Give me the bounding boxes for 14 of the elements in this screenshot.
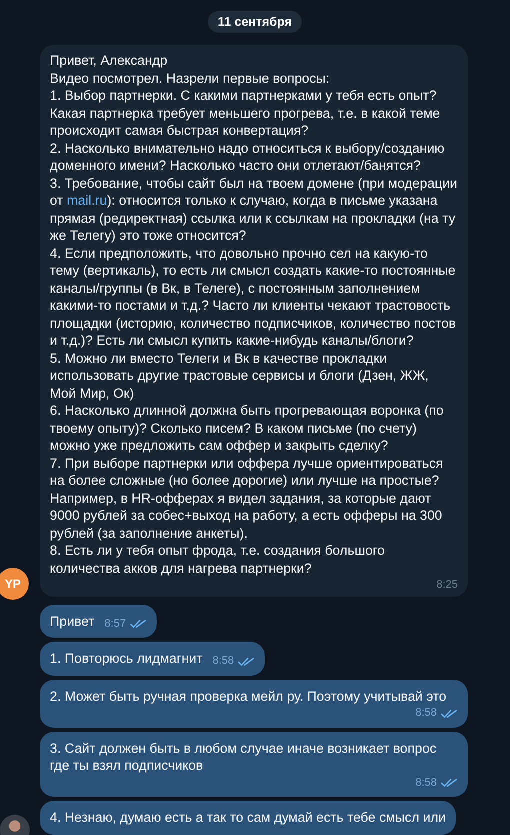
message-time: 8:58 [416,776,437,790]
message-text: 1. Повторюсь лидмагнит [50,650,203,668]
message-text: Привет [50,612,95,630]
message-text: 3. Сайт должен быть в любом случае иначе возникает вопрос где ты взял подписчиков [50,740,438,774]
message-text: Привет, Александр Видео посмотрел. Назрели первые вопросы: 1. Выбор партнерки. С какими партнерками у тебя есть опыт? Какая партнерка требует меньшего прогрева, т.е. в какой теме происходит самая быстрая конвертация? 2. Насколько внимательно надо относиться к выбору/созданию доменного имени? Насколько часто они отлетают/банятся? 3. Требование, чтобы сайт был на твоем домене (при модерации от mail.ru): относится только к случаю, когда в письме указана прямая (редиректная) ссылка или к ссылкам на прокладки (на ту же Телегу) это тоже относится? 4. Если предположить, что довольно прочно сел на какую-то тему (вертикаль), то есть ли смысл создать какие-то постоянные каналы/группы (в Вк, в Телеге), с постоянным заполнением какими-то постами и т.д.? Часто ли клиенты чекают трастовость площадки (историю, количество подписчиков, количество постов и т.д.)? Есть ли смысл купить какие-нибудь каналы/блоги? 5. Можно ли вместо Телеги и Вк в качестве прокладки использовать другие трастовые сервисы и блоги (Дзен, ЖЖ, Мой Мир, Ок) 6. Насколько длинной должна быть прогревающая воронка (по твоему опыту)? Сколько писем? В каком письме (по счету) можно уже предложить сам оффер и закрыть сделку? 7. При выборе партнерки или оффера лучше ориентироваться на более сложные (но более дорогие) или лучше на простые? Например, в HR-офферах я видел задания, за которые дают 9000 рублей за собес+выход на работу, а есть офферы на 300 рублей (за заполнение анкеты). 8. Есть ли у тебя опыт фрода, т.е. создания большого количества акков для нагрева партнерки? [50,52,458,577]
avatar-initials: YP [0,568,29,600]
message-time: 8:25 [436,578,458,593]
message-time: 8:57 [104,616,126,632]
link[interactable]: mail.ru [67,193,108,208]
date-badge: 11 сентября [208,11,302,33]
message-time: 8:58 [416,706,437,721]
message-text: 2. Может быть ручная проверка мейл ру. Поэтому учитывай это [50,688,447,705]
message-time: 8:58 [212,654,234,669]
message-text: 4. Незнаю, думаю есть а так то сам думай есть тебе смысл или [50,809,446,826]
